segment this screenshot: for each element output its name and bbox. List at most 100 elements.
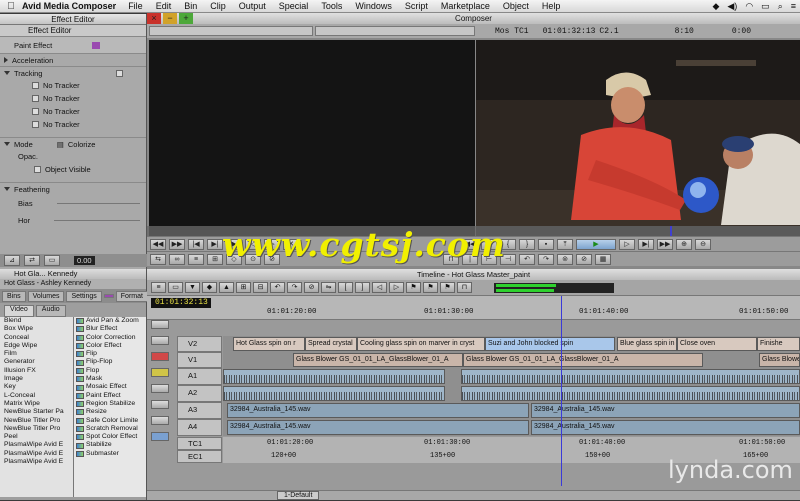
record-position-bar[interactable] bbox=[476, 226, 800, 236]
track-label-v1[interactable]: V1 bbox=[177, 352, 222, 368]
tc-label[interactable]: Mos TC1 bbox=[495, 27, 529, 36]
track-body-v1[interactable]: Glass Blower GS_01_01_LA_GlassBlower_01_… bbox=[223, 352, 800, 368]
effect-category-item[interactable]: Generator bbox=[4, 358, 73, 366]
timeline-redo-button[interactable]: ↷ bbox=[287, 282, 302, 293]
effect-list[interactable]: Avid Pan & Zoom Blur Effect Color Correcti… bbox=[74, 317, 146, 497]
timeline-clip-selected[interactable]: Suzi and John blocked spin bbox=[485, 337, 615, 351]
effect-category-item[interactable]: NewBlue Starter Pa bbox=[4, 408, 73, 416]
effect-category-item[interactable]: Matrix Wipe bbox=[4, 400, 73, 408]
apple-icon[interactable]:  bbox=[0, 1, 22, 12]
audio-clip[interactable] bbox=[223, 386, 445, 401]
effect-icon[interactable] bbox=[92, 41, 101, 49]
tracker-row[interactable]: No Tracker bbox=[0, 105, 146, 118]
effect-category-item[interactable]: Illusion FX bbox=[4, 367, 73, 375]
volume-icon[interactable]: ◀) bbox=[727, 1, 737, 12]
track-body-a1[interactable] bbox=[223, 368, 800, 385]
record-mark-out-button[interactable]: } bbox=[519, 238, 535, 250]
timeline-clip[interactable]: Finishe bbox=[757, 337, 800, 351]
mark-in-button[interactable]: ◀◀ bbox=[150, 238, 166, 250]
zoom-out-button[interactable]: ⊖ bbox=[695, 238, 711, 250]
effect-category-item[interactable]: PlasmaWipe Avid E bbox=[4, 458, 73, 466]
record-undo-button[interactable]: ↶ bbox=[519, 253, 535, 265]
collapse-triangle-icon[interactable] bbox=[4, 187, 10, 191]
timeline-clip[interactable]: Cooling glass spin on marver in cryst bbox=[357, 337, 485, 351]
timeline-lift-button[interactable]: ▲ bbox=[219, 282, 234, 293]
record-sync-button[interactable]: ⊚ bbox=[557, 253, 573, 265]
menu-bin[interactable]: Bin bbox=[184, 1, 197, 11]
position-indicator[interactable] bbox=[670, 226, 672, 236]
effect-category-item[interactable]: PlasmaWipe Avid E bbox=[4, 441, 73, 449]
effect-item[interactable]: Color Correction bbox=[76, 334, 146, 342]
effect-item[interactable]: Blur Effect bbox=[76, 325, 146, 333]
collapse-triangle-icon[interactable] bbox=[4, 142, 10, 146]
record-go-end-button[interactable]: ▶| bbox=[638, 238, 654, 250]
mode-value[interactable]: Colorize bbox=[68, 140, 96, 149]
spotlight-icon[interactable]: ⌕ bbox=[778, 1, 783, 12]
record-monitor[interactable] bbox=[476, 40, 800, 226]
zoom-icon[interactable]: + bbox=[179, 13, 193, 24]
timeline-clip[interactable]: Spread crystal bbox=[305, 337, 357, 351]
tab-video[interactable]: Video bbox=[4, 305, 34, 317]
tracker-checkbox[interactable] bbox=[32, 82, 39, 89]
tracker-row[interactable]: No Tracker bbox=[0, 92, 146, 105]
effect-item[interactable]: Scratch Removal bbox=[76, 425, 146, 433]
audio-clip[interactable]: 32984_Australia_145.wav bbox=[227, 403, 529, 418]
menu-windows[interactable]: Windows bbox=[355, 1, 392, 11]
tab-bins[interactable]: Bins bbox=[2, 290, 26, 302]
effect-item[interactable]: Flip bbox=[76, 350, 146, 358]
track-body-a3[interactable]: 32984_Australia_145.wav 32984_Australia_… bbox=[223, 402, 800, 419]
audio-button[interactable]: ≡ bbox=[188, 253, 204, 265]
track-label-v2[interactable]: V2 bbox=[177, 336, 222, 352]
record-redo-button[interactable]: ↷ bbox=[538, 253, 554, 265]
match-frame-button[interactable]: ⇆ bbox=[150, 253, 166, 265]
keyframe-button[interactable]: ⊿ bbox=[4, 255, 20, 266]
track-label-a1[interactable]: A1 bbox=[177, 368, 222, 385]
dropbox-icon[interactable]: ◆ bbox=[712, 1, 719, 12]
menu-object[interactable]: Object bbox=[503, 1, 529, 11]
timeline-playhead[interactable] bbox=[561, 296, 562, 486]
effect-item[interactable]: Mosaic Effect bbox=[76, 383, 146, 391]
timeline-play-button[interactable]: ▼ bbox=[185, 282, 200, 293]
bias-row[interactable]: Bias bbox=[0, 197, 146, 210]
audio-clip[interactable] bbox=[461, 386, 800, 401]
step-back-button[interactable]: ▶▶ bbox=[169, 238, 185, 250]
menu-tools[interactable]: Tools bbox=[321, 1, 342, 11]
timeline-undo-button[interactable]: ↶ bbox=[270, 282, 285, 293]
collapse-triangle-icon[interactable] bbox=[4, 71, 10, 75]
source-menu[interactable] bbox=[149, 26, 313, 36]
effect-item[interactable]: Flop bbox=[76, 367, 146, 375]
effects-tab-icon[interactable] bbox=[103, 294, 114, 298]
menu-help[interactable]: Help bbox=[542, 1, 561, 11]
effect-category-item[interactable]: Peel bbox=[4, 433, 73, 441]
source-monitor[interactable] bbox=[149, 40, 475, 226]
tracker-row[interactable]: No Tracker bbox=[0, 79, 146, 92]
hor-slider[interactable] bbox=[54, 220, 140, 221]
tracker-checkbox[interactable] bbox=[32, 108, 39, 115]
effect-item[interactable]: Stabilize bbox=[76, 441, 146, 449]
menu-clip[interactable]: Clip bbox=[210, 1, 226, 11]
close-icon[interactable]: × bbox=[147, 13, 161, 24]
effect-item[interactable]: Region Stabilize bbox=[76, 400, 146, 408]
audio-clip[interactable]: 32984_Australia_145.wav bbox=[531, 403, 800, 418]
effect-category-item[interactable]: Blend bbox=[4, 317, 73, 325]
effect-editor-tab[interactable]: Effect Editor bbox=[0, 25, 146, 37]
effect-category-item[interactable]: Edge Wipe bbox=[4, 342, 73, 350]
preview-button[interactable]: ▭ bbox=[44, 255, 60, 266]
timeline-trim-left-button[interactable]: ◁ bbox=[372, 282, 387, 293]
timeline-overwrite-button[interactable]: ⊟ bbox=[253, 282, 268, 293]
record-ff-button[interactable]: ▶▶ bbox=[657, 238, 673, 250]
effect-item[interactable]: Color Effect bbox=[76, 342, 146, 350]
zoom-in-button[interactable]: ⊕ bbox=[676, 238, 692, 250]
record-clear-button[interactable]: ▪ bbox=[538, 238, 554, 250]
effect-item[interactable]: Flip-Flop bbox=[76, 358, 146, 366]
timeline-clip[interactable]: Glass Blower GS_01_01_LA_GlassBl bbox=[759, 353, 800, 367]
timeline-out-button[interactable]: ] bbox=[355, 282, 370, 293]
track-body-v2[interactable]: Hot Glass spin on r Spread crystal Cooli… bbox=[223, 336, 800, 352]
timeline-clear-button[interactable]: ⊘ bbox=[304, 282, 319, 293]
tab-audio[interactable]: Audio bbox=[35, 305, 66, 317]
tracking-row[interactable]: Tracking bbox=[0, 66, 146, 79]
effect-item[interactable]: Resize bbox=[76, 408, 146, 416]
loop-button[interactable]: ∞ bbox=[169, 253, 185, 265]
track-label-a2[interactable]: A2 bbox=[177, 385, 222, 402]
effect-category-item[interactable]: Film bbox=[4, 350, 73, 358]
